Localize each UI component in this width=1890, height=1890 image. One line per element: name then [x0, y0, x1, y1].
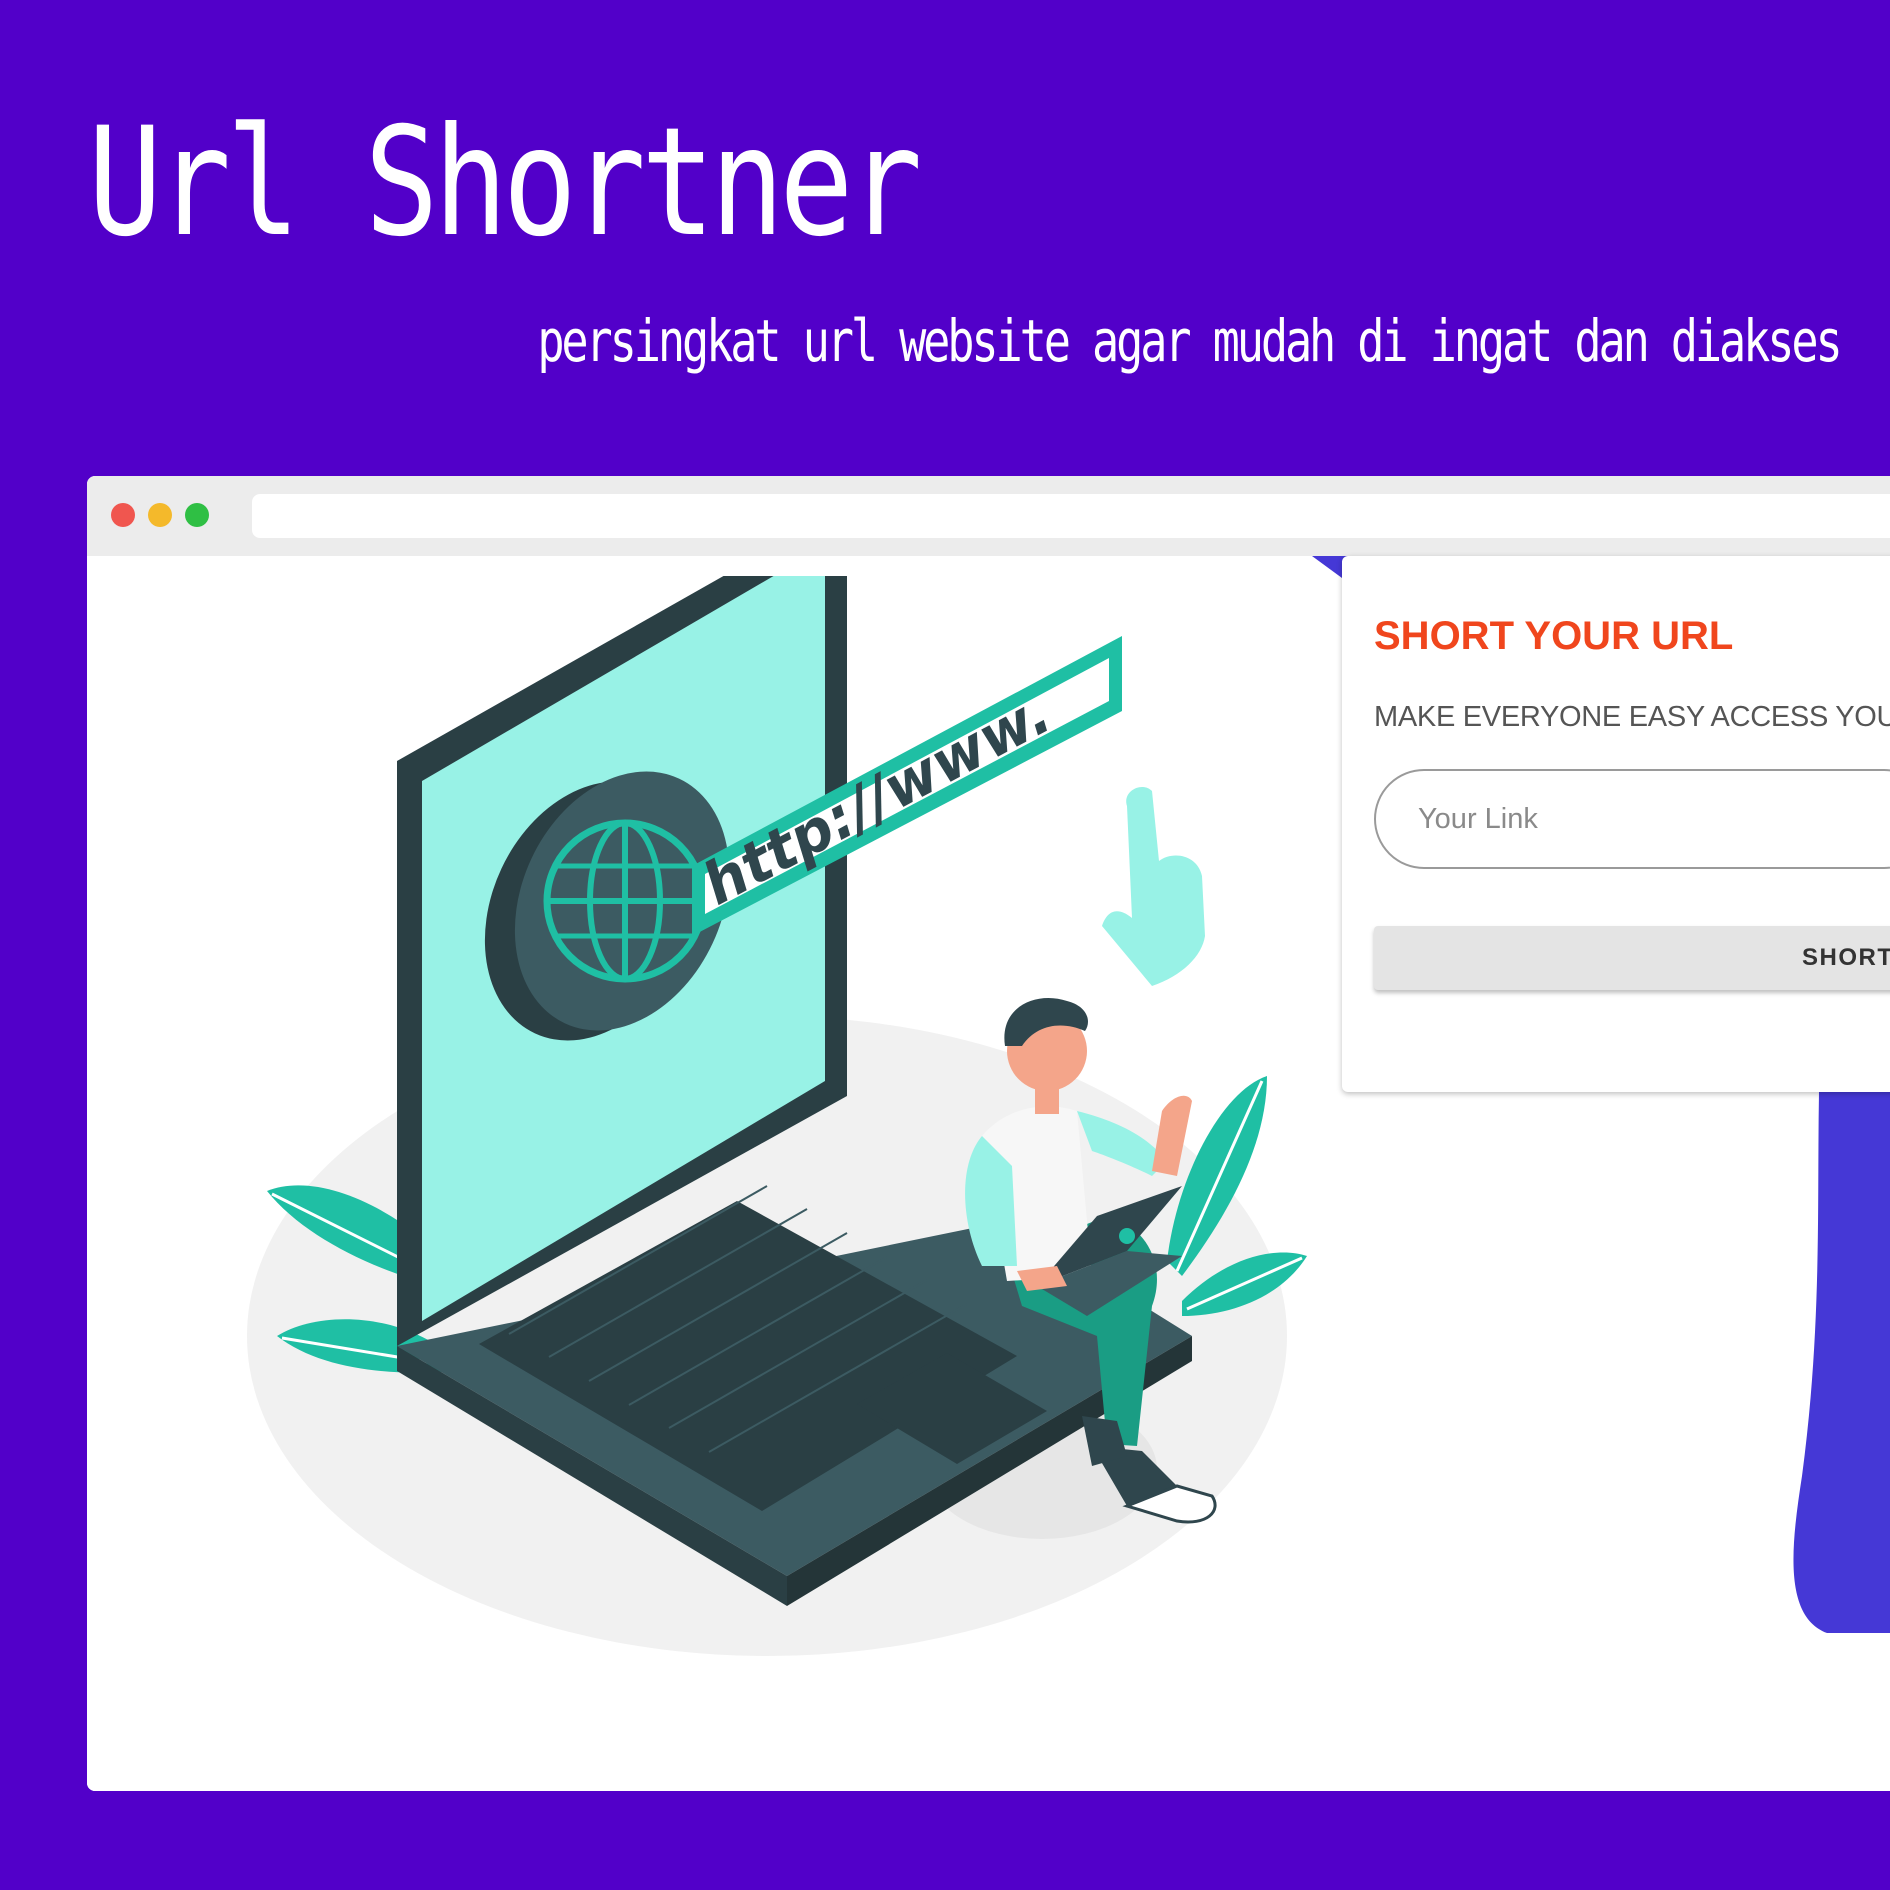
- form-subtitle: MAKE EVERYONE EASY ACCESS YOUR: [1374, 701, 1890, 733]
- link-input[interactable]: [1374, 769, 1890, 869]
- hero-illustration: http://www.: [247, 576, 1307, 1656]
- address-bar[interactable]: [252, 494, 1890, 538]
- promo-subtitle: persingkat url website agar mudah di ing…: [537, 307, 1843, 375]
- short-button[interactable]: SHORT: [1374, 926, 1890, 990]
- minimize-window-dot[interactable]: [148, 503, 172, 527]
- maximize-window-dot[interactable]: [185, 503, 209, 527]
- form-title: SHORT YOUR URL: [1374, 614, 1734, 658]
- close-window-dot[interactable]: [111, 503, 135, 527]
- browser-toolbar: [87, 476, 1890, 556]
- promo-title: Url Shortner: [88, 96, 923, 270]
- page-content: http://www. SHORT YOUR URL MAKE EVERYONE…: [87, 556, 1890, 1791]
- pointer-hand-icon: [1102, 786, 1205, 986]
- shorten-form-card: SHORT YOUR URL MAKE EVERYONE EASY ACCESS…: [1342, 556, 1890, 1092]
- browser-window: http://www. SHORT YOUR URL MAKE EVERYONE…: [87, 476, 1890, 1791]
